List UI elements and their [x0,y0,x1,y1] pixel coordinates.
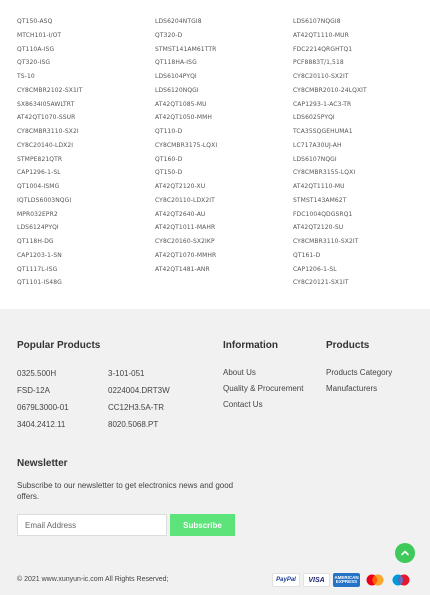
part-link[interactable]: MTCH101-I/OT [17,29,155,43]
popular-product-link[interactable]: 0325.500H [17,369,56,378]
about-us-link[interactable]: About Us [223,368,256,377]
paypal-icon: PayPal [272,573,300,587]
part-links-column-1: QT150-ASQ MTCH101-I/OT QT110A-ISG QT320-… [17,15,155,290]
part-link[interactable]: CAP1203-1-SN [17,249,155,263]
part-link[interactable]: CAP1293-1-AC3-TR [293,98,430,112]
part-link[interactable]: AT42QT2120-XU [155,180,293,194]
popular-product-link[interactable]: 0224004.DRT3W [108,386,170,395]
newsletter-description: Subscribe to our newsletter to get elect… [17,481,234,501]
email-field[interactable] [17,514,167,536]
subscribe-button[interactable]: Subscribe [170,514,235,536]
part-link[interactable]: AT42QT2640-AU [155,208,293,222]
part-links-column-3: LDS6107NQGI8 AT42QT1110-MUR FDC2214QRGHT… [293,15,430,290]
part-link[interactable]: MPR032EPR2 [17,208,155,222]
part-link[interactable]: AT42QT1110-MUR [293,29,430,43]
information-heading: Information [223,340,278,351]
part-link[interactable]: CY8C20160-SX2IKP [155,235,293,249]
amex-icon: AMERICAN EXPRESS [333,573,360,587]
part-link[interactable]: STMPE821QTR [17,153,155,167]
part-links-section: QT150-ASQ MTCH101-I/OT QT110A-ISG QT320-… [0,0,430,309]
part-link[interactable]: LDS6104PYQI [155,70,293,84]
part-link[interactable]: QT150-ASQ [17,15,155,29]
part-link[interactable]: CAP1206-1-SL [293,263,430,277]
part-link[interactable]: PCF8883T/1,518 [293,56,430,70]
part-link[interactable]: CY8C20110-LDX2IT [155,194,293,208]
part-link[interactable]: AT42QT2120-SU [293,221,430,235]
part-link[interactable]: QT1004-ISMG [17,180,155,194]
back-to-top-button[interactable] [395,543,415,563]
part-link[interactable]: CAP1296-1-SL [17,166,155,180]
manufacturers-link[interactable]: Manufacturers [326,384,377,393]
paypal-label: PayPal [276,577,296,583]
part-link[interactable]: LDS6120NQGI [155,84,293,98]
products-category-link[interactable]: Products Category [326,368,392,377]
part-link[interactable]: QT110A-ISG [17,43,155,57]
popular-products-heading: Popular Products [17,340,101,351]
part-link[interactable]: LDS6107NQGI8 [293,15,430,29]
part-link[interactable]: IQTLDS6003NQGI [17,194,155,208]
part-link[interactable]: LDS6124PYQI [17,221,155,235]
part-link[interactable]: FDC1004QDGSRQ1 [293,208,430,222]
part-link[interactable]: QT150-D [155,166,293,180]
visa-icon: VISA [303,573,330,587]
site-footer: Popular Products 0325.500H 3-101-051 FSD… [0,309,430,595]
part-link[interactable]: FDC2214QRGHTQ1 [293,43,430,57]
popular-product-link[interactable]: 0679L3000-01 [17,403,69,412]
part-link[interactable]: AT42QT1070-SSUR [17,111,155,125]
amex-label: AMERICAN EXPRESS [334,574,359,584]
part-link[interactable]: CY8CMBR2102-SX1IT [17,84,155,98]
popular-product-link[interactable]: 3404.2412.11 [17,420,65,429]
part-link[interactable]: CY8CMBR3155-LQXI [293,166,430,180]
part-link[interactable]: LDS6025PYQI [293,111,430,125]
chevron-up-icon [401,550,409,556]
popular-product-link[interactable]: CC12H3.5A-TR [108,403,164,412]
copyright-text: © 2021 www.xunyun-ic.com All Rights Rese… [17,576,169,583]
mastercard-icon [364,573,386,587]
visa-label: VISA [308,576,325,584]
part-link[interactable]: QT1101-IS48G [17,276,155,290]
part-link[interactable]: AT42QT1085-MU [155,98,293,112]
part-link[interactable]: TCA35SQGEHUMA1 [293,125,430,139]
quality-procurement-link[interactable]: Quality & Procurement [223,384,303,393]
part-link[interactable]: LDS6204NTGI8 [155,15,293,29]
part-link[interactable]: LDS6107NQGI [293,153,430,167]
part-link[interactable]: AT42QT1070-MMHR [155,249,293,263]
part-link[interactable]: CY8C20140-LDX2I [17,139,155,153]
contact-us-link[interactable]: Contact Us [223,400,263,409]
maestro-icon [390,573,412,587]
part-link[interactable]: QT161-D [293,249,430,263]
part-link[interactable]: AT42QT1050-MMH [155,111,293,125]
part-link[interactable]: CY8C20110-SX2IT [293,70,430,84]
part-link[interactable]: QT118H-DG [17,235,155,249]
part-link[interactable]: LC717A30UJ-AH [293,139,430,153]
part-link[interactable]: TS-10 [17,70,155,84]
part-link[interactable]: QT320-ISG [17,56,155,70]
part-link[interactable]: QT160-D [155,153,293,167]
part-link[interactable]: QT1117L-ISG [17,263,155,277]
part-link[interactable]: AT42QT1011-MAHR [155,221,293,235]
popular-product-link[interactable]: FSD-12A [17,386,50,395]
newsletter-heading: Newsletter [17,458,68,469]
popular-product-link[interactable]: 3-101-051 [108,369,144,378]
part-links-column-2: LDS6204NTGI8 QT320-D STMST141AM61TTR QT1… [155,15,293,276]
part-link[interactable]: CY8CMBR2010-24LQXIT [293,84,430,98]
part-link[interactable]: QT320-D [155,29,293,43]
part-link[interactable]: SX8634I05AWLTRT [17,98,155,112]
popular-product-link[interactable]: 8020.5068.PT [108,420,158,429]
part-link[interactable]: AT42QT1110-MU [293,180,430,194]
part-link[interactable]: QT118HA-ISG [155,56,293,70]
part-link[interactable]: STMST141AM61TTR [155,43,293,57]
part-link[interactable]: CY8C20121-SX1IT [293,276,430,290]
part-link[interactable]: CY8CMBR3175-LQXI [155,139,293,153]
part-link[interactable]: CY8CMBR3110-SX2IT [293,235,430,249]
part-link[interactable]: CY8CMBR3110-SX2I [17,125,155,139]
part-link[interactable]: QT110-D [155,125,293,139]
part-link[interactable]: STMST143AM62T [293,194,430,208]
products-heading: Products [326,340,370,351]
part-link[interactable]: AT42QT1481-ANR [155,263,293,277]
